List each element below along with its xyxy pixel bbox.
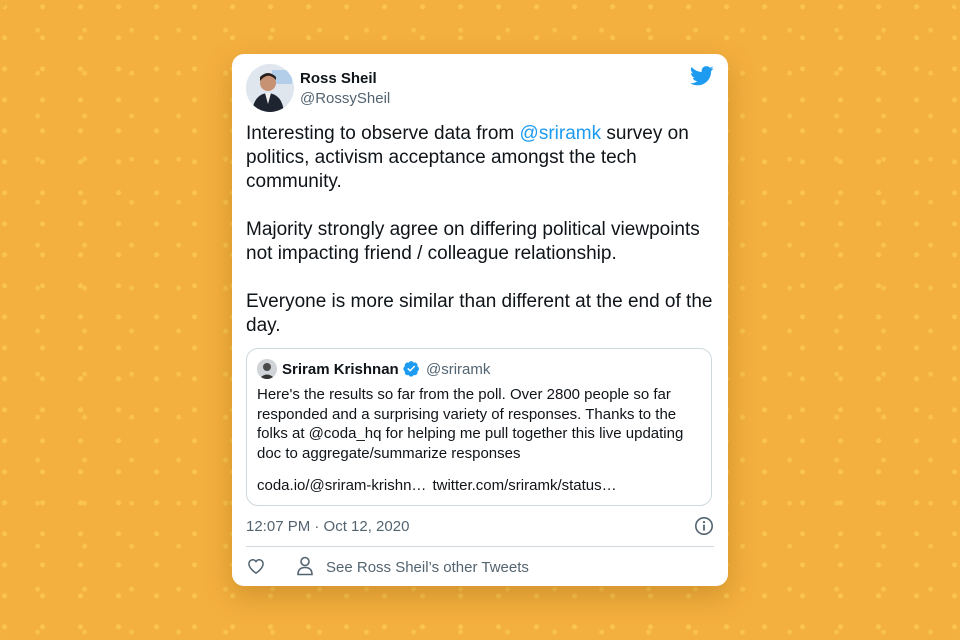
info-icon[interactable] — [694, 516, 714, 536]
avatar[interactable] — [246, 64, 294, 112]
mention-link[interactable]: @sriramk — [520, 123, 602, 144]
divider — [246, 546, 714, 547]
tweet-text-rest: survey on politics, activism acceptance … — [246, 123, 713, 336]
person-icon — [297, 556, 313, 576]
quoted-avatar[interactable] — [257, 359, 277, 379]
quoted-links: coda.io/@sriram-krishn… twitter.com/srira… — [257, 477, 623, 494]
twitter-bird-icon[interactable] — [690, 66, 714, 86]
quoted-tweet-text: Here's the results so far from the poll.… — [257, 386, 684, 462]
quoted-author-handle[interactable]: @sriramk — [426, 361, 490, 378]
author-name[interactable]: Ross Sheil — [300, 70, 377, 87]
quoted-tweet[interactable]: Sriram Krishnan @sriramk Here's the resu… — [246, 348, 712, 506]
tweet-text-start: Interesting to observe data from — [246, 123, 520, 144]
coda-link[interactable]: coda.io/@sriram-krishn… — [257, 477, 426, 494]
author-handle[interactable]: @RossySheil — [300, 90, 390, 107]
tweet-card: Ross Sheil @RossySheil Interesting to ob… — [232, 54, 728, 586]
other-tweets-link[interactable]: See Ross Sheil’s other Tweets — [326, 559, 529, 576]
quoted-author-name[interactable]: Sriram Krishnan — [282, 361, 399, 378]
tweet-text: Interesting to observe data from @sriram… — [246, 122, 716, 338]
heart-icon[interactable] — [246, 556, 266, 576]
timestamp[interactable]: 12:07 PM · Oct 12, 2020 — [246, 518, 409, 535]
verified-badge-icon — [403, 361, 419, 377]
twitter-status-link[interactable]: twitter.com/sriramk/status… — [432, 477, 616, 494]
